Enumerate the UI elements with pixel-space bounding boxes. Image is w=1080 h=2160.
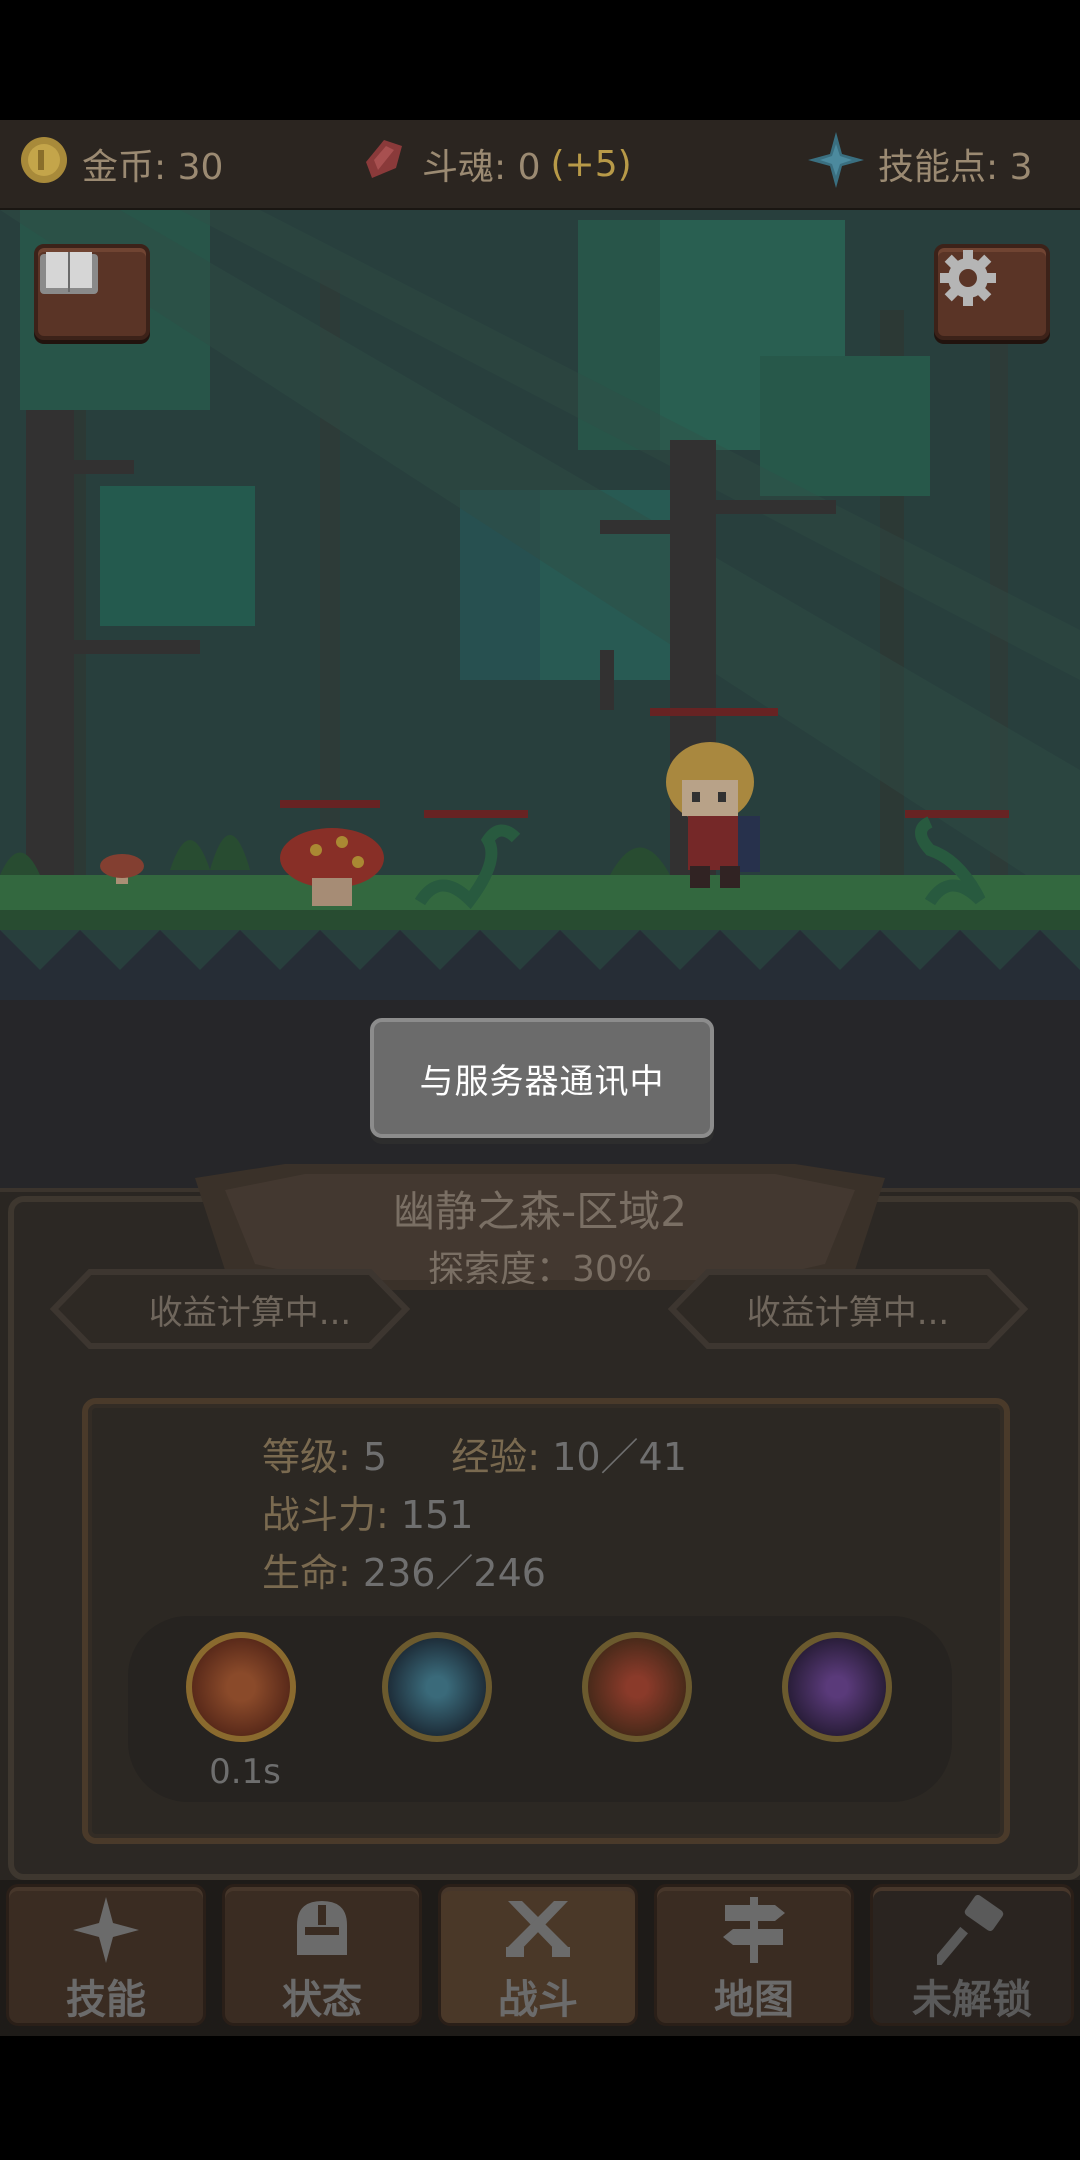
tab-map-label: 地图 <box>714 1977 794 2023</box>
tab-status-label: 状态 <box>282 1977 362 2023</box>
power-value: 151 <box>400 1493 474 1537</box>
skill-slot-3[interactable] <box>582 1632 692 1742</box>
tab-skills[interactable]: 技能 <box>6 1884 206 2026</box>
gold-counter: 金币: 30 <box>18 120 223 208</box>
level-value: 5 <box>362 1435 388 1479</box>
tab-battle[interactable]: 战斗 <box>438 1884 638 2026</box>
earnings-right: 收益计算中... <box>746 1292 950 1333</box>
soul-counter: 斗魂: 0 (+5) <box>358 120 632 208</box>
bottom-spacer <box>0 2036 1080 2160</box>
hammer-icon <box>932 1894 1007 1969</box>
hp-row: 生命: 236／246 <box>262 1542 546 1597</box>
handbook-button[interactable] <box>34 244 150 340</box>
hp-label: 生命: <box>262 1551 351 1595</box>
earnings-left: 收益计算中... <box>148 1292 352 1333</box>
sparkle-icon <box>71 1895 141 1969</box>
gold-label: 金币: 30 <box>82 147 224 188</box>
helmet-icon <box>287 1895 357 1969</box>
skill-points-label: 技能点: 3 <box>878 147 1033 188</box>
resource-bar: 金币: 30 斗魂: 0 (+5) 技能点: 3 <box>0 120 1080 212</box>
area-name: 幽静之森-区域2 <box>393 1187 687 1236</box>
battle-scene[interactable] <box>0 210 1080 1000</box>
power-row: 战斗力: 151 <box>262 1484 473 1539</box>
tab-battle-label: 战斗 <box>498 1977 578 2023</box>
exp-label: 经验: <box>451 1435 541 1479</box>
server-toast: 与服务器通讯中 <box>370 1018 714 1138</box>
tab-map[interactable]: 地图 <box>654 1884 854 2026</box>
tab-skills-label: 技能 <box>66 1977 146 2023</box>
star-sparkle-icon <box>806 130 866 199</box>
skill-cooldown: 0.1s <box>209 1752 281 1792</box>
forest-background <box>0 210 1080 1000</box>
settings-button[interactable] <box>934 244 1050 340</box>
skill-slot-2[interactable] <box>382 1632 492 1742</box>
top-bar <box>0 0 1080 120</box>
red-crystal-icon <box>358 134 410 195</box>
hp-value: 236／246 <box>362 1551 546 1595</box>
power-label: 战斗力: <box>262 1493 389 1537</box>
tab-locked-label: 未解锁 <box>912 1977 1032 2023</box>
tab-status[interactable]: 状态 <box>222 1884 422 2026</box>
skill-slot-1[interactable] <box>186 1632 296 1742</box>
level-label: 等级: <box>262 1435 351 1479</box>
skill-points-counter: 技能点: 3 <box>806 120 1032 208</box>
soul-bonus: (+5) <box>550 143 632 185</box>
exp-value: 10／41 <box>552 1435 687 1479</box>
gold-coin-icon <box>18 134 70 195</box>
level-row: 等级: 5 经验: 10／41 <box>262 1426 687 1481</box>
skill-slot-4[interactable] <box>782 1632 892 1742</box>
tab-locked[interactable]: 未解锁 <box>870 1884 1074 2026</box>
crossed-swords-icon <box>498 1895 578 1969</box>
soul-label: 斗魂: 0 <box>422 147 541 188</box>
signpost-icon <box>719 1895 789 1969</box>
